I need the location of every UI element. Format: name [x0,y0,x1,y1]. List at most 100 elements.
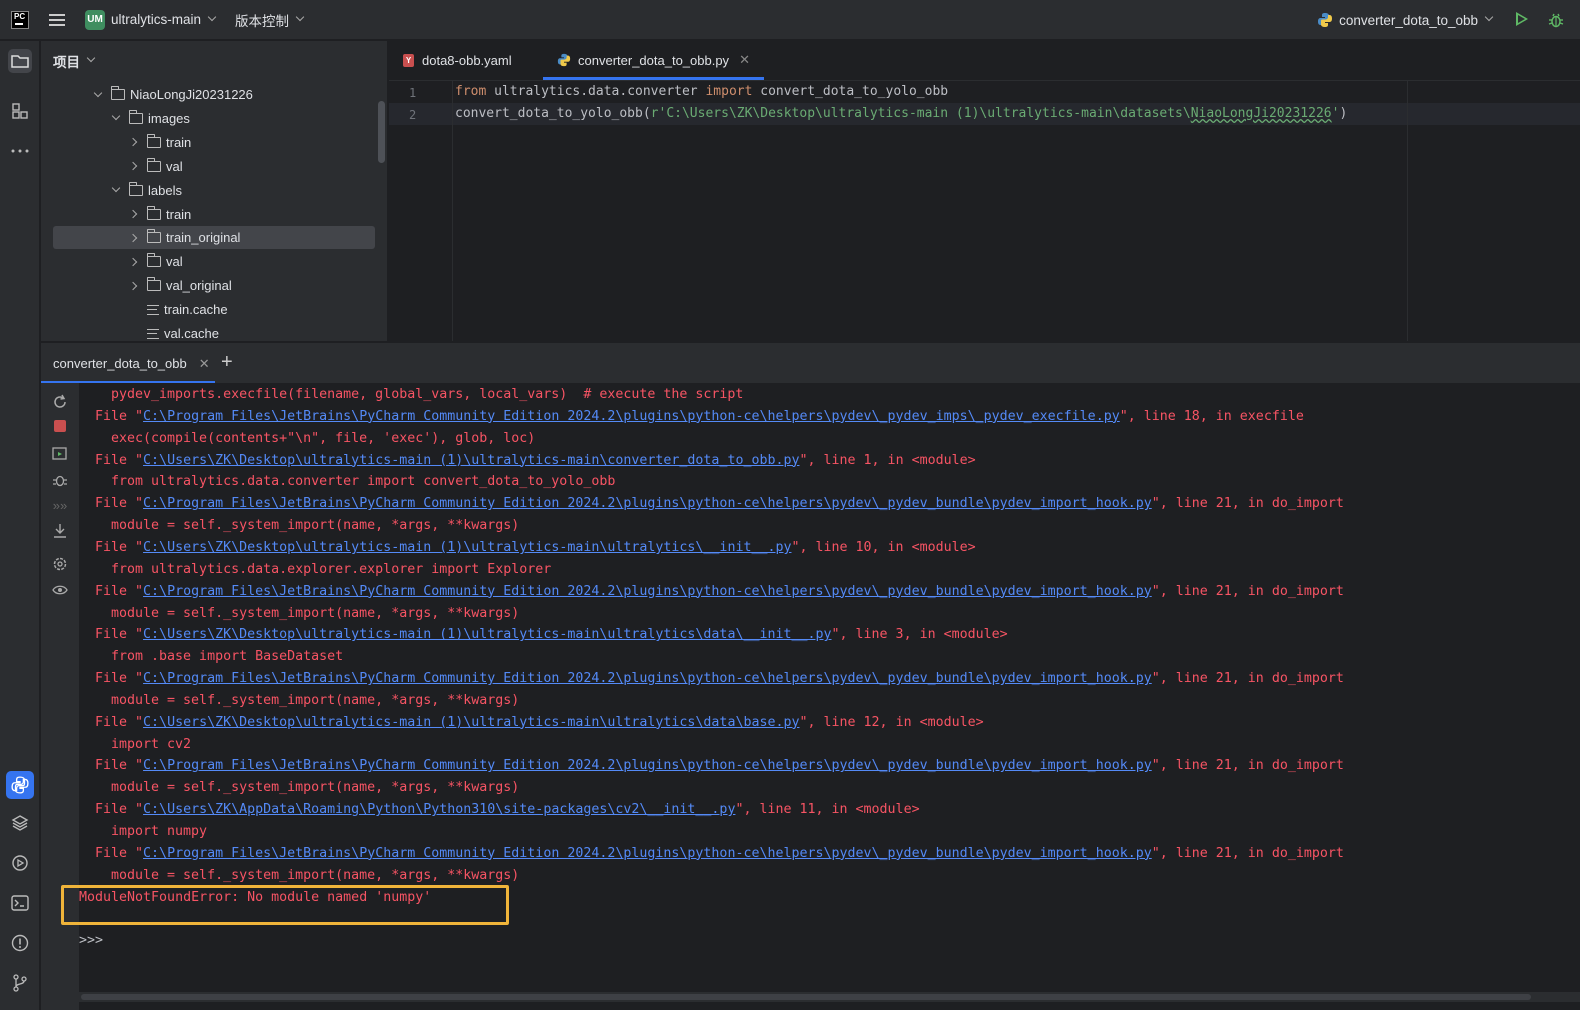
right-margin-guide [1407,81,1408,341]
close-tab-icon[interactable]: ✕ [739,52,750,68]
pycharm-logo-icon[interactable]: PC [11,10,29,29]
show-variables-icon[interactable] [52,582,68,598]
file-prefix: File " [95,627,144,643]
file-path-link[interactable]: C:\Users\ZK\Desktop\ultralytics-main (1)… [143,715,799,730]
folder-icon [147,277,161,292]
run-tab-converter-dota-to-obb[interactable]: converter_dota_to_obb ✕ [41,343,215,384]
folder-icon [147,133,161,148]
git-branch-icon[interactable] [8,971,32,995]
structure-icon[interactable] [8,99,32,123]
file-path-link[interactable]: C:\Program Files\JetBrains\PyCharm Commu… [143,409,1120,424]
python-packages-icon[interactable] [8,811,32,835]
tree-item[interactable]: train.cache [53,298,375,321]
file-path-link[interactable]: C:\Program Files\JetBrains\PyCharm Commu… [143,758,1152,773]
rerun-icon[interactable] [52,394,68,410]
tree-item-label: train.cache [164,302,228,318]
problems-icon[interactable] [8,931,32,955]
console-prompt[interactable]: >>> [79,930,103,952]
tree-item[interactable]: train [53,203,375,226]
tree-item[interactable]: train_original [53,226,375,250]
file-path-link[interactable]: C:\Program Files\JetBrains\PyCharm Commu… [143,496,1152,511]
file-path-link[interactable]: C:\Users\ZK\AppData\Roaming\Python\Pytho… [143,802,735,817]
code-line-2[interactable]: convert_dota_to_yolo_obb(r'C:\Users\ZK\D… [455,103,1347,125]
project-name[interactable]: ultralytics-main [111,12,201,27]
project-badge[interactable]: UM [85,9,105,30]
code-line-1[interactable]: from ultralytics.data.converter import c… [455,81,948,103]
traceback-code-line: module = self._system_import(name, *args… [111,518,520,534]
file-prefix: File " [95,714,144,730]
close-paren: ) [1339,106,1348,121]
tree-item[interactable]: val_original [53,274,375,297]
traceback-file-line: File "C:\Users\ZK\Desktop\ultralytics-ma… [95,624,1008,646]
tab-dota8-obb-yaml[interactable]: Y dota8-obb.yaml [389,40,543,80]
chevron-right-icon[interactable] [131,258,139,266]
close-icon[interactable]: ✕ [199,356,210,372]
run-icon[interactable] [1516,12,1528,26]
file-path-link[interactable]: C:\Program Files\JetBrains\PyCharm Commu… [143,671,1152,686]
run-config-selector[interactable]: converter_dota_to_obb [1317,0,1494,40]
file-path-link[interactable]: C:\Program Files\JetBrains\PyCharm Commu… [143,846,1152,861]
file-path-link[interactable]: C:\Users\ZK\Desktop\ultralytics-main (1)… [143,627,831,642]
chevron-right-icon[interactable] [131,234,139,242]
restore-layout-icon[interactable] [52,446,68,462]
file-path-link[interactable]: C:\Users\ZK\Desktop\ultralytics-main (1)… [143,453,799,468]
terminal-icon[interactable] [8,891,32,915]
debug-bug-icon[interactable] [1548,11,1564,29]
file-prefix: File " [95,671,144,687]
chevron-right-icon[interactable] [131,138,139,146]
project-panel: 项目 NiaoLongJi20231226 images train val label… [41,41,387,341]
chevron-right-icon[interactable] [131,282,139,290]
scroll-to-end-icon[interactable] [52,523,68,539]
file-prefix: File " [95,496,144,512]
more-tools-icon[interactable] [8,139,32,163]
tab-converter-dota-to-obb-py[interactable]: converter_dota_to_obb.py ✕ [543,40,764,80]
chevron-down-icon[interactable] [295,12,305,21]
tree-item-label: val [166,254,183,270]
tree-item[interactable]: labels [53,179,375,202]
tree-scrollbar[interactable] [378,101,385,163]
main-menu-icon[interactable] [49,13,65,26]
stop-icon[interactable] [54,420,66,432]
python-console-icon[interactable] [6,771,34,799]
file-prefix: File " [95,802,144,818]
project-folder-icon[interactable] [8,49,32,73]
file-suffix: ", line 10, in <module> [791,539,976,555]
file-prefix: File " [95,845,144,861]
run-tabs: converter_dota_to_obb ✕ + [41,342,1580,384]
traceback-file-line: File "C:\Users\ZK\Desktop\ultralytics-ma… [95,712,984,734]
chevron-down-icon [1484,12,1494,22]
services-icon[interactable] [8,851,32,875]
execute-icon[interactable]: »» [52,498,68,514]
file-path-link[interactable]: C:\Program Files\JetBrains\PyCharm Commu… [143,584,1152,599]
folder-icon [147,229,161,244]
file-suffix: ", line 21, in do_import [1151,583,1344,599]
chevron-down-icon[interactable] [86,53,96,63]
chevron-down-icon[interactable] [207,12,217,21]
tree-item-label: labels [148,182,182,198]
editor-area: Y dota8-obb.yaml converter_dota_to_obb.p… [388,41,1580,341]
project-panel-header[interactable]: 项目 [41,41,387,81]
traceback-file-line: File "C:\Program Files\JetBrains\PyCharm… [95,843,1344,865]
file-prefix: File " [95,539,144,555]
chevron-down-icon[interactable] [95,91,103,99]
tree-item-label: NiaoLongJi20231226 [130,87,253,102]
tree-item[interactable]: train [53,131,375,154]
chevron-down-icon[interactable] [113,114,121,122]
file-icon [147,328,159,339]
chevron-right-icon[interactable] [131,162,139,170]
tree-item[interactable]: NiaoLongJi20231226 [53,83,375,106]
debug-icon[interactable] [52,472,68,488]
horizontal-scrollbar[interactable] [79,992,1580,1002]
settings-icon[interactable] [52,556,68,572]
tree-item[interactable]: val [53,250,375,273]
module-path: ultralytics.data.converter [486,84,706,99]
vcs-menu[interactable]: 版本控制 [235,10,289,30]
chevron-right-icon[interactable] [131,210,139,218]
tree-item[interactable]: val [53,155,375,178]
folder-icon [111,86,125,100]
chevron-down-icon[interactable] [113,186,121,194]
file-path-link[interactable]: C:\Users\ZK\Desktop\ultralytics-main (1)… [143,540,791,555]
tree-item[interactable]: images [53,107,375,130]
add-tab-icon[interactable]: + [221,351,233,374]
traceback-file-line: File "C:\Users\ZK\Desktop\ultralytics-ma… [95,537,976,559]
